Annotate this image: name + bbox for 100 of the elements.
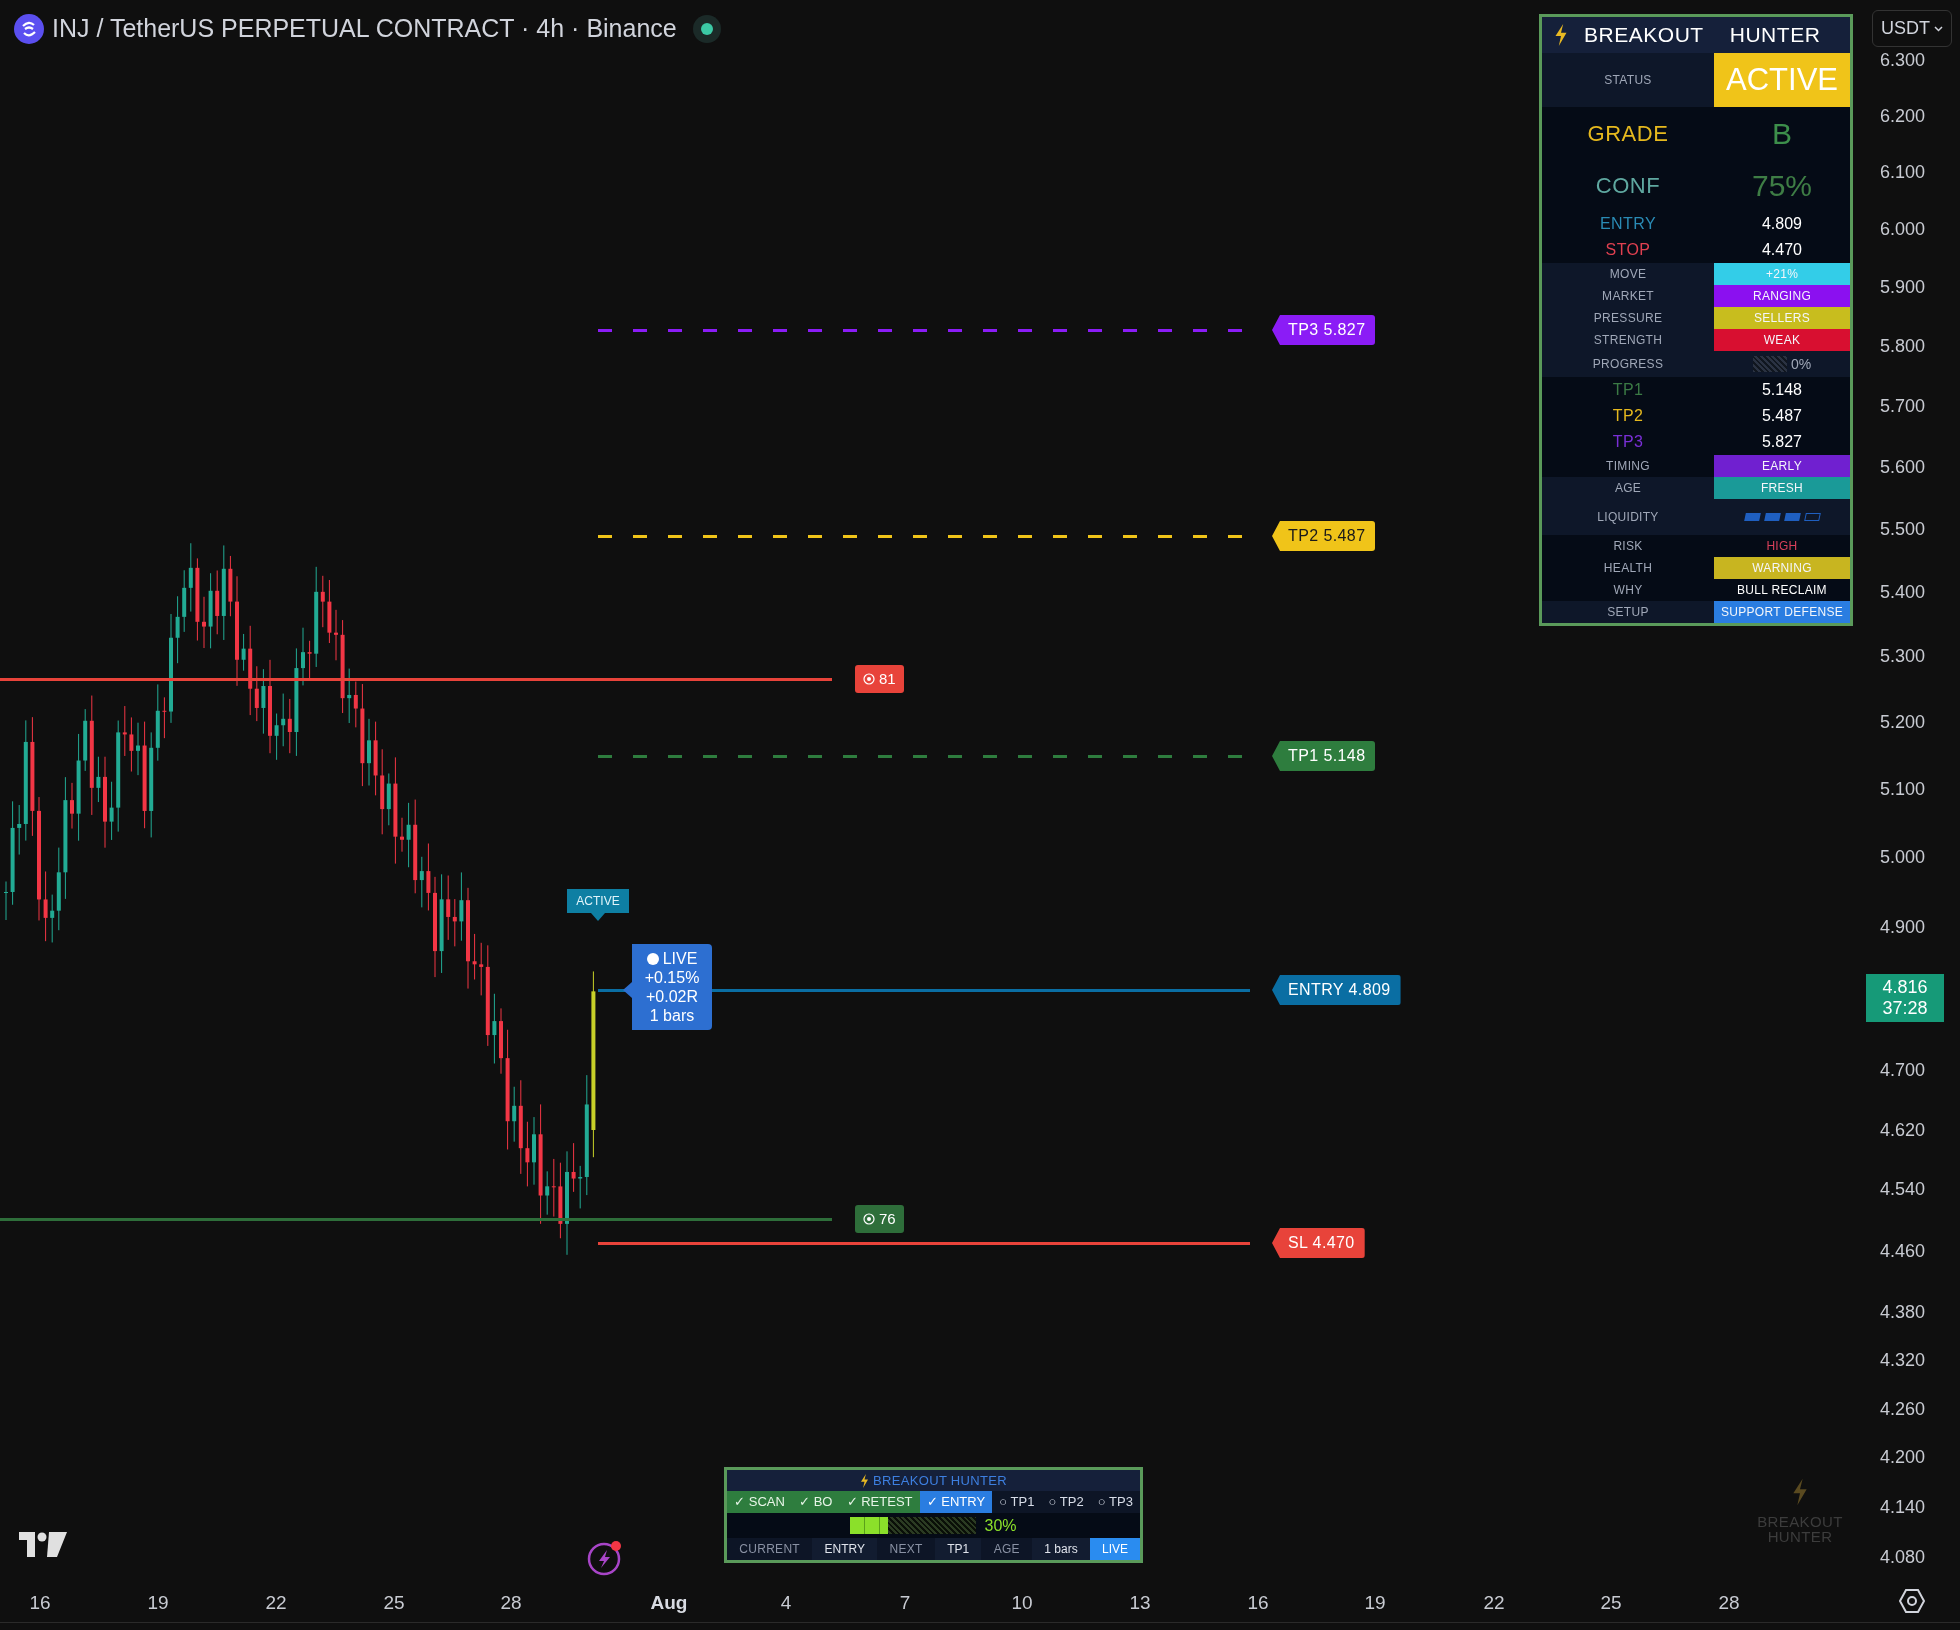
field-label: NEXT xyxy=(877,1538,935,1560)
row-label: CONF xyxy=(1595,171,1661,200)
time-axis-label: 28 xyxy=(1718,1591,1740,1615)
chart-title: INJ / TetherUS PERPETUAL CONTRACT · 4h · Binance xyxy=(52,13,677,44)
price-axis-label: 4.080 xyxy=(1880,1546,1926,1568)
time-axis-label: 22 xyxy=(265,1591,287,1615)
chevron-down-icon xyxy=(1934,25,1943,32)
candle xyxy=(307,640,312,680)
row-label: PRESSURE xyxy=(1593,310,1663,327)
platform-logo-icon xyxy=(19,1532,67,1557)
candle xyxy=(96,756,101,803)
price-axis-label: 4.200 xyxy=(1880,1446,1926,1468)
callout-text: +0.15% xyxy=(644,968,700,987)
lightning-icon xyxy=(1792,1478,1808,1506)
row-value: 4.809 xyxy=(1761,214,1802,234)
callout-text: 1 bars xyxy=(649,1006,695,1025)
field-value: 1 bars xyxy=(1032,1538,1090,1560)
currency-dropdown[interactable]: USDT xyxy=(1872,10,1952,47)
candle xyxy=(367,718,371,786)
current-price: 4.816 xyxy=(1882,977,1928,998)
price-level-tag: TP1 5.148 xyxy=(1272,741,1376,771)
candle xyxy=(261,668,266,735)
candle xyxy=(241,633,246,672)
time-axis-label: 13 xyxy=(1129,1591,1151,1615)
price-axis-label: 5.900 xyxy=(1880,276,1926,298)
field-label: CURRENT xyxy=(727,1538,813,1560)
price-axis-label: 4.260 xyxy=(1880,1398,1926,1420)
status-flag: ACTIVE xyxy=(567,889,629,921)
price-axis-label: 6.300 xyxy=(1880,49,1926,71)
price-axis-label: 4.140 xyxy=(1880,1496,1926,1518)
candle xyxy=(400,817,404,853)
candle xyxy=(228,555,233,617)
candle xyxy=(459,871,464,942)
step-indicator: ✓ SCAN xyxy=(727,1491,792,1513)
row-label: STATUS xyxy=(1604,72,1652,89)
price-level-tag: SL 4.470 xyxy=(1272,1228,1365,1258)
candle xyxy=(334,609,338,661)
coin-logo-icon xyxy=(14,13,44,44)
field-value: TP1 xyxy=(934,1538,982,1560)
candle xyxy=(301,627,305,686)
callout-text: +0.02R xyxy=(645,987,698,1006)
zone-count: 81 xyxy=(879,668,896,689)
lightning-alert-icon xyxy=(587,1540,623,1576)
settings-button[interactable] xyxy=(1898,1587,1926,1615)
zone-count: 76 xyxy=(879,1208,896,1229)
row-value: 4.470 xyxy=(1761,240,1802,260)
step-indicator: ✓ ENTRY xyxy=(919,1491,993,1513)
panel-title: HUNTER xyxy=(1729,22,1821,49)
candle xyxy=(175,595,180,664)
row-label: TP3 xyxy=(1612,432,1644,452)
step-indicator: ○ TP3 xyxy=(1090,1491,1141,1513)
row-value: EARLY xyxy=(1714,455,1850,477)
candle xyxy=(109,781,114,841)
price-axis-label: 5.700 xyxy=(1880,395,1926,417)
row-label: LIQUIDITY xyxy=(1597,509,1659,526)
step-indicator: ✓ BO xyxy=(791,1491,840,1513)
candle xyxy=(499,1007,503,1075)
callout-text: LIVE xyxy=(662,949,698,968)
time-axis-label: 10 xyxy=(1011,1591,1033,1615)
candle xyxy=(532,1116,536,1186)
time-axis-label: 7 xyxy=(899,1591,911,1615)
status-value: ACTIVE xyxy=(1714,53,1850,107)
price-axis-label: 4.380 xyxy=(1880,1301,1926,1323)
row-value: RANGING xyxy=(1714,285,1850,307)
candle xyxy=(406,802,411,868)
price-axis-label: 5.600 xyxy=(1880,456,1926,478)
candle xyxy=(43,870,48,942)
row-value: 5.827 xyxy=(1761,432,1802,452)
time-axis-label: 28 xyxy=(500,1591,522,1615)
target-icon xyxy=(863,1213,875,1225)
price-axis-label: 6.000 xyxy=(1880,218,1926,240)
price-level-tag: TP2 5.487 xyxy=(1272,521,1376,551)
candle xyxy=(4,881,8,921)
row-label: MARKET xyxy=(1602,288,1654,305)
price-axis-label: 5.300 xyxy=(1880,645,1926,667)
row-value: 5.487 xyxy=(1761,406,1802,426)
row-label: MOVE xyxy=(1609,266,1647,283)
panel-title: BREAKOUT xyxy=(1584,22,1704,49)
price-axis-label: 4.460 xyxy=(1880,1240,1926,1262)
candle xyxy=(472,933,477,980)
bar-countdown: 37:28 xyxy=(1882,998,1928,1019)
time-axis-label: Aug xyxy=(650,1591,688,1615)
row-value: 75% xyxy=(1751,167,1812,204)
row-value: HIGH xyxy=(1766,538,1798,555)
row-label: HEALTH xyxy=(1603,560,1653,577)
price-axis-label: 6.200 xyxy=(1880,105,1926,127)
row-value: WARNING xyxy=(1714,557,1850,579)
candle xyxy=(129,716,134,773)
live-badge: LIVE xyxy=(1089,1538,1140,1560)
field-value: ENTRY xyxy=(812,1538,878,1560)
row-label: SETUP xyxy=(1607,604,1649,621)
price-level-tag: ENTRY 4.809 xyxy=(1272,975,1401,1005)
row-label: RISK xyxy=(1613,538,1643,555)
time-axis-label: 25 xyxy=(383,1591,405,1615)
price-axis-label: 5.800 xyxy=(1880,335,1926,357)
price-level-tag: TP3 5.827 xyxy=(1272,315,1376,345)
row-label: AGE xyxy=(1614,480,1642,497)
row-label: WHY xyxy=(1613,582,1643,599)
candle xyxy=(426,843,431,911)
row-value: SELLERS xyxy=(1714,307,1850,329)
